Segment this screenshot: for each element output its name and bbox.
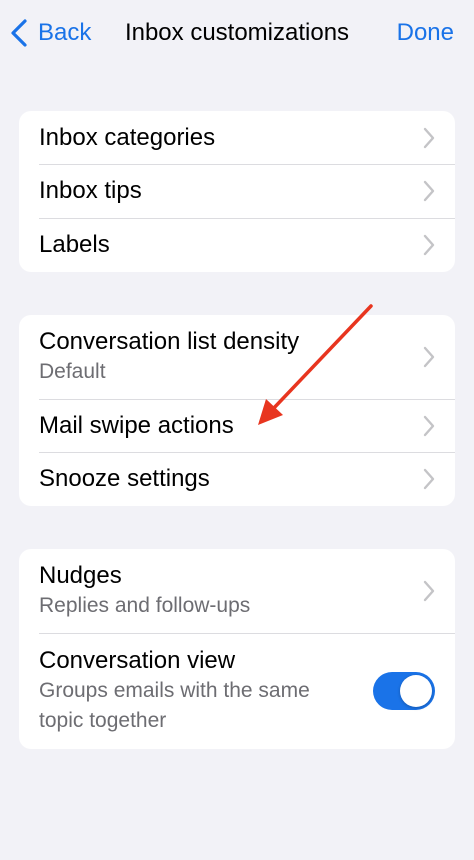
row-text: Conversation list density Default (39, 327, 423, 387)
settings-group-conversation-list: Conversation list density Default Mail s… (19, 315, 455, 506)
row-label: Inbox tips (39, 177, 142, 204)
inbox-customizations-screen: Back Inbox customizations Done Inbox cat… (0, 0, 474, 860)
settings-group-inbox: Inbox categories Inbox tips Labels (19, 111, 455, 272)
row-text: Labels (39, 230, 423, 260)
back-button-label: Back (38, 19, 92, 46)
back-button[interactable]: Back (8, 14, 91, 52)
chevron-right-icon (423, 468, 435, 490)
row-text: Snooze settings (39, 464, 423, 494)
row-subtitle: Default (39, 360, 106, 383)
row-label: Inbox categories (39, 123, 216, 151)
chevron-right-icon (423, 580, 435, 602)
row-subtitle-line1: Groups emails with the same (39, 679, 310, 702)
row-text: Inbox tips (39, 176, 423, 206)
row-nudges[interactable]: Nudges Replies and follow-ups (19, 549, 455, 633)
row-inbox-categories[interactable]: Inbox categories (19, 111, 455, 164)
row-label: Snooze settings (39, 465, 210, 492)
row-conversation-view: Conversation view Groups emails with the… (19, 633, 455, 749)
row-subtitle: Replies and follow-ups (39, 594, 251, 617)
chevron-right-icon (423, 234, 435, 256)
chevron-right-icon (423, 346, 435, 368)
row-label: Conversation list density (39, 328, 300, 355)
done-button[interactable]: Done (397, 19, 454, 47)
chevron-left-icon (11, 19, 27, 47)
row-text: Conversation view Groups emails with the… (39, 646, 373, 736)
navigation-bar: Back Inbox customizations Done (0, 0, 474, 66)
toggle-knob (400, 675, 432, 707)
conversation-view-toggle[interactable] (373, 672, 435, 710)
row-snooze-settings[interactable]: Snooze settings (19, 452, 455, 506)
row-label: Conversation view (39, 647, 236, 674)
row-label: Labels (39, 231, 110, 258)
row-label: Nudges (39, 562, 122, 589)
chevron-right-icon (423, 180, 435, 202)
row-text: Nudges Replies and follow-ups (39, 561, 423, 621)
chevron-right-icon (423, 127, 435, 148)
chevron-right-icon (423, 415, 435, 436)
row-label: Mail swipe actions (39, 411, 234, 439)
row-mail-swipe-actions[interactable]: Mail swipe actions (19, 399, 455, 452)
row-text: Inbox categories (39, 123, 423, 153)
row-labels[interactable]: Labels (19, 218, 455, 272)
row-text: Mail swipe actions (39, 411, 423, 441)
settings-group-nudges-view: Nudges Replies and follow-ups Conversati… (19, 549, 455, 749)
row-inbox-tips[interactable]: Inbox tips (19, 164, 455, 218)
row-conversation-list-density[interactable]: Conversation list density Default (19, 315, 455, 399)
row-subtitle-line2: topic together (39, 709, 167, 732)
